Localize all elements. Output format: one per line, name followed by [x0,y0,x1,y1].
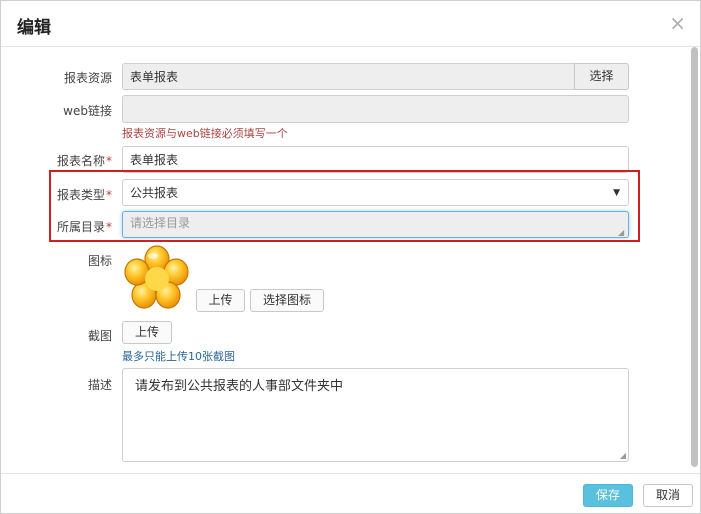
screenshot-label: 截图 [87,329,112,343]
report-source-label: 报表资源 [63,71,112,85]
scrollbar[interactable] [690,47,699,467]
select-report-source-button[interactable]: 选择 [574,63,629,90]
web-link-hint: 报表资源与web链接必须填写一个 [122,127,288,140]
upload-screenshot-button[interactable]: 上传 [122,321,172,344]
dialog-header: 编辑 × [1,1,700,47]
web-link-label: web链接 [63,104,112,118]
web-link-field[interactable] [122,95,629,123]
description-label: 描述 [87,378,112,392]
highlight-box [49,170,640,242]
description-textarea[interactable]: 请发布到公共报表的人事部文件夹中 ◢ [122,368,629,462]
report-name-input[interactable]: 表单报表 [122,146,629,173]
cancel-button[interactable]: 取消 [643,484,693,507]
screenshot-hint: 最多只能上传10张截图 [122,350,235,363]
dialog-title: 编辑 [17,18,51,38]
dialog-footer: 保存 取消 [1,473,700,514]
report-source-field[interactable]: 表单报表 [122,63,575,90]
choose-icon-button[interactable]: 选择图标 [250,289,324,312]
icon-label: 图标 [87,254,112,268]
scrollbar-thumb[interactable] [691,47,698,467]
resize-handle-icon[interactable]: ◢ [620,451,626,460]
report-name-label: 报表名称* [56,154,112,168]
upload-icon-button[interactable]: 上传 [196,289,245,312]
close-icon[interactable]: × [669,11,686,35]
save-button[interactable]: 保存 [583,484,633,507]
flower-icon [124,245,189,309]
edit-dialog: 编辑 × 报表资源 表单报表 选择 web链接 报表资源与web链接必须填写一个… [0,0,701,514]
description-text: 请发布到公共报表的人事部文件夹中 [135,379,344,394]
resize-handle-icon[interactable]: ◢ [618,228,698,512]
